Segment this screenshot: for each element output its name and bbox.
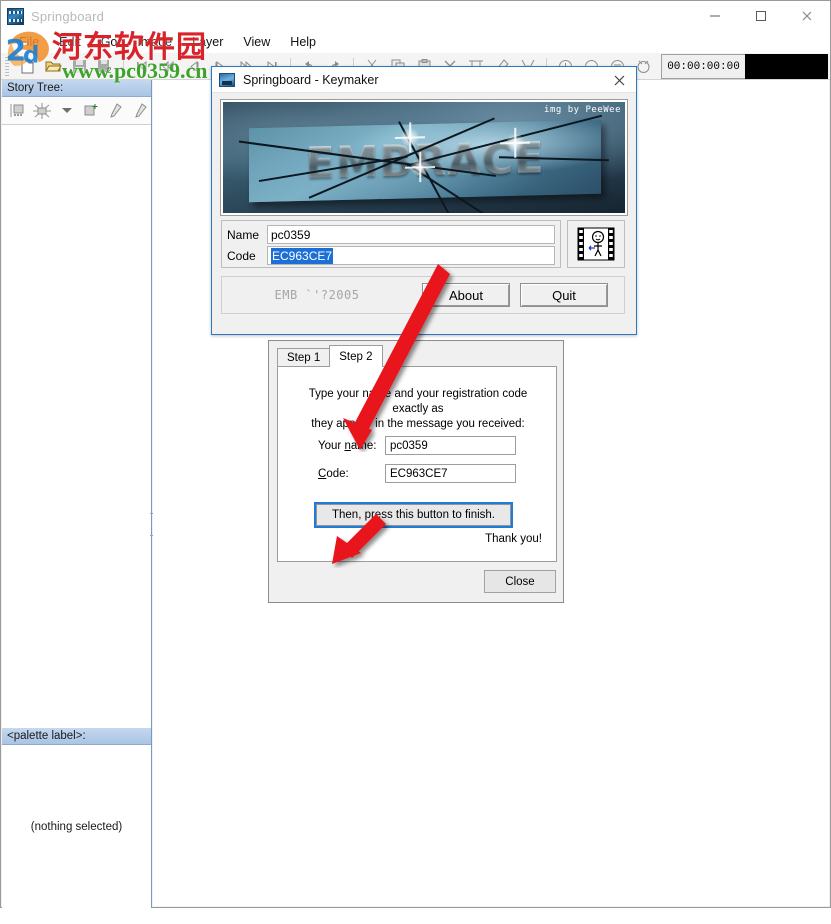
menu-go[interactable]: Go	[91, 33, 128, 51]
menubar: File Edit Go Image Layer View Help	[1, 31, 830, 53]
keymaker-code-label: Code	[227, 248, 256, 263]
menu-help[interactable]: Help	[280, 33, 326, 51]
palette-label: <palette label>:	[2, 728, 151, 745]
finish-button[interactable]: Then, press this button to finish.	[314, 502, 513, 528]
registration-code-label: Code:	[318, 467, 349, 480]
rewind-icon[interactable]	[155, 55, 181, 78]
story-tree-toolbar	[2, 97, 151, 125]
banner-plate: EMBRACE	[238, 114, 609, 213]
keymaker-code-input[interactable]: EC963CE7	[267, 246, 555, 265]
registration-name-row: Your name: pc0359	[318, 436, 516, 455]
close-icon[interactable]	[606, 69, 632, 91]
timecode-preview	[745, 54, 828, 79]
filmstrip-figure-icon[interactable]	[567, 220, 625, 268]
instruction-line-1: Type your name and your registration cod…	[308, 388, 528, 415]
menu-view[interactable]: View	[233, 33, 280, 51]
banner-credit: img by PeeWee	[544, 105, 621, 115]
registration-code-input[interactable]: EC963CE7	[385, 464, 516, 483]
maximize-button[interactable]	[738, 1, 784, 31]
svg-text:2: 2	[107, 66, 112, 74]
instruction-line-2: they appear in the message you received:	[311, 418, 525, 430]
app-icon	[219, 72, 235, 87]
quit-button[interactable]: Quit	[520, 283, 608, 307]
close-dialog-button[interactable]: Close	[484, 570, 556, 593]
go-first-icon[interactable]	[129, 55, 155, 78]
palette-panel: <palette label>: (nothing selected)	[2, 728, 151, 924]
pen-tool-icon[interactable]	[105, 100, 127, 122]
keymaker-name-input[interactable]: pc0359	[267, 225, 555, 244]
registration-instruction: Type your name and your registration cod…	[290, 387, 546, 432]
effects-icon[interactable]	[32, 100, 54, 122]
banner-sparkle	[399, 126, 421, 149]
story-tree-header: Story Tree:	[2, 80, 151, 97]
menu-edit[interactable]: Edit	[49, 33, 91, 51]
banner-sparkle	[409, 155, 431, 179]
keymaker-title: Springboard - Keymaker	[243, 72, 379, 87]
registration-name-label: Your name:	[318, 439, 377, 452]
about-button[interactable]: About	[422, 283, 510, 307]
titlebar: Springboard	[1, 1, 830, 31]
thank-you-text: Thank you!	[485, 533, 542, 545]
menu-layer[interactable]: Layer	[182, 33, 233, 51]
keymaker-code-selected-text: EC963CE7	[271, 247, 334, 264]
registration-code-row: Code: EC963CE7	[318, 464, 516, 483]
insert-node-icon[interactable]	[7, 100, 29, 122]
registration-dialog: Step 1 Step 2 Type your name and your re…	[268, 340, 564, 603]
step-back-icon[interactable]	[181, 55, 207, 78]
tab-step-1[interactable]: Step 1	[277, 348, 331, 367]
save-icon[interactable]	[66, 55, 92, 78]
toolbar-separator	[123, 57, 124, 75]
keymaker-fields: Name pc0359 Code EC963CE7	[221, 220, 561, 268]
tab-page-step-2: Type your name and your registration cod…	[277, 366, 557, 562]
keymaker-name-label: Name	[227, 227, 260, 242]
dropdown-arrow-icon[interactable]	[56, 100, 78, 122]
palette-body[interactable]: (nothing selected)	[2, 745, 151, 924]
close-button[interactable]	[784, 1, 830, 31]
minimize-button[interactable]	[692, 1, 738, 31]
menu-file[interactable]: File	[9, 33, 49, 51]
new-icon[interactable]	[14, 55, 40, 78]
timecode-display: 00:00:00:00	[661, 54, 828, 79]
pencil-tool-icon[interactable]	[130, 100, 152, 122]
tabstrip: Step 1 Step 2	[277, 345, 383, 367]
keymaker-dialog: Springboard - Keymaker img by PeeWee EMB…	[211, 66, 637, 335]
new-node-icon[interactable]	[81, 100, 103, 122]
open-icon[interactable]	[40, 55, 66, 78]
timecode-value[interactable]: 00:00:00:00	[661, 54, 745, 79]
nothing-selected-text: (nothing selected)	[30, 821, 123, 833]
keymaker-bottom-bar: EMB `'?2005 About Quit	[221, 276, 625, 314]
keymaker-code-row: Code EC963CE7	[227, 246, 555, 265]
menu-image[interactable]: Image	[127, 33, 182, 51]
banner-sparkle	[504, 131, 526, 155]
window-controls	[692, 1, 830, 31]
save-as-icon[interactable]: 2	[92, 55, 118, 78]
keymaker-titlebar: Springboard - Keymaker	[212, 67, 636, 93]
left-sidebar: Story Tree: <palette label>: (nothing se…	[2, 80, 153, 924]
app-title: Springboard	[31, 8, 105, 24]
story-tree-body[interactable]	[2, 125, 153, 728]
registration-name-input[interactable]: pc0359	[385, 436, 516, 455]
tab-step-2[interactable]: Step 2	[329, 345, 383, 367]
keymaker-footer-text: EMB `'?2005	[274, 288, 360, 302]
toolbar-grip[interactable]	[5, 56, 9, 76]
keymaker-banner: img by PeeWee EMBRACE	[220, 99, 628, 216]
keymaker-name-row: Name pc0359	[227, 225, 555, 244]
filmstrip-icon	[7, 7, 24, 25]
